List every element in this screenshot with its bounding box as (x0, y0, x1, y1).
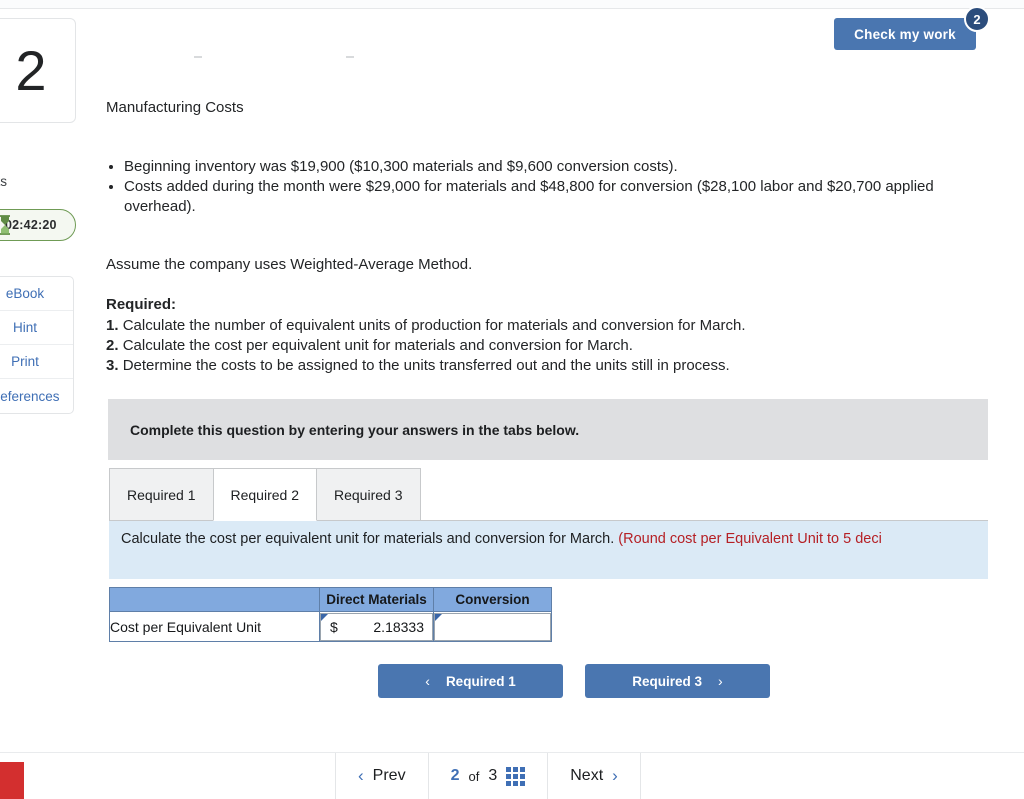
chevron-right-icon: › (718, 673, 723, 689)
header-direct-materials: Direct Materials (319, 587, 434, 612)
points-label: ints (0, 174, 8, 189)
logo-line-3: ll (0, 793, 24, 799)
pager-next-label: Next (570, 767, 604, 784)
currency-symbol-direct-materials: $ (330, 618, 338, 635)
required-item-3: 3. Determine the costs to be assigned to… (106, 356, 746, 376)
required-tabs: Required 1 Required 2 Required 3 (109, 468, 421, 521)
pager-total-pages: 3 (488, 767, 498, 784)
rail-link-references[interactable]: References (0, 379, 73, 413)
required-heading: Required: (106, 296, 177, 313)
required-next-button[interactable]: Required 3 › (585, 664, 770, 698)
check-my-work-button[interactable]: Check my work (834, 18, 976, 50)
cell-marker-icon (435, 613, 442, 621)
hourglass-icon (0, 215, 10, 235)
tab-required-1[interactable]: Required 1 (109, 468, 214, 521)
mcgraw-hill-logo: c aw ll (0, 762, 24, 799)
question-number-box: 2 (0, 18, 76, 123)
instruction-text: Calculate the cost per equivalent unit f… (121, 531, 619, 547)
required-item-1-num: 1. (106, 317, 119, 334)
tab-required-3[interactable]: Required 3 (316, 468, 421, 521)
rail-link-print[interactable]: Print (0, 345, 73, 379)
list-item: Costs added during the month were $29,00… (124, 177, 986, 217)
required-item-3-num: 3. (106, 357, 119, 374)
list-item: Beginning inventory was $19,900 ($10,300… (124, 157, 986, 177)
required-item-2-text: Calculate the cost per equivalent unit f… (122, 337, 633, 354)
pager-current-page: 2 (450, 767, 460, 784)
timer-pill: 02:42:20 (0, 209, 76, 241)
tab-required-2[interactable]: Required 2 (212, 468, 317, 521)
chevron-left-icon: ‹ (425, 673, 430, 689)
cell-conversion-inner[interactable] (434, 612, 551, 641)
required-item-2-num: 2. (106, 337, 119, 354)
rail-link-ebook[interactable]: eBook (0, 277, 73, 311)
pager-separator (639, 753, 641, 799)
cell-direct-materials-inner[interactable]: $ 2.18333 (320, 612, 433, 641)
instruction-rounding-note: (Round cost per Equivalent Unit to 5 dec… (618, 531, 882, 547)
pager-position[interactable]: 2 of 3 (429, 753, 548, 799)
required-item-1-text: Calculate the number of equivalent units… (122, 317, 746, 334)
complete-question-banner: Complete this question by entering your … (108, 399, 988, 460)
top-strip (0, 0, 1024, 8)
logo-line-2: aw (0, 779, 24, 793)
assume-text: Assume the company uses Weighted-Average… (106, 256, 473, 273)
section-title: Manufacturing Costs (106, 99, 244, 116)
row-label-cost-per-equivalent-unit: Cost per Equivalent Unit (109, 611, 320, 642)
grid-view-icon[interactable] (506, 766, 526, 786)
table-header-row: Direct Materials Conversion (109, 587, 552, 612)
question-number: 2 (15, 38, 47, 102)
cell-direct-materials[interactable]: $ 2.18333 (319, 611, 434, 642)
table-row: Cost per Equivalent Unit $ 2.18333 (109, 611, 552, 642)
timer-value: 02:42:20 (5, 218, 57, 232)
logo-line-1: c (0, 765, 24, 779)
required-next-label: Required 3 (632, 673, 703, 689)
required-prev-button[interactable]: ‹ Required 1 (378, 664, 563, 698)
chevron-left-icon: ‹ (358, 766, 364, 785)
header-blank (109, 587, 320, 612)
required-item-2: 2. Calculate the cost per equivalent uni… (106, 336, 746, 356)
question-page: 2 ints 02:42:20 eBook Hint Print Referen… (0, 0, 1024, 799)
check-my-work-badge: 2 (964, 6, 990, 32)
required-nav: ‹ Required 1 Required 3 › (378, 664, 770, 698)
top-divider (0, 8, 1024, 9)
check-my-work-wrap: Check my work 2 (834, 6, 990, 50)
pager-next-button[interactable]: Next › (548, 753, 640, 799)
required-item-3-text: Determine the costs to be assigned to th… (122, 357, 730, 374)
answer-table: Direct Materials Conversion Cost per Equ… (109, 587, 552, 642)
header-conversion: Conversion (433, 587, 552, 612)
manufacturing-costs-bullets: Beginning inventory was $19,900 ($10,300… (106, 157, 986, 217)
chevron-right-icon: › (612, 766, 618, 785)
cell-marker-icon (321, 613, 328, 621)
instruction-banner: Calculate the cost per equivalent unit f… (109, 521, 988, 579)
required-item-1: 1. Calculate the number of equivalent un… (106, 316, 746, 336)
required-list: 1. Calculate the number of equivalent un… (106, 316, 746, 376)
rail-links: eBook Hint Print References (0, 276, 74, 414)
cell-conversion[interactable] (433, 611, 552, 642)
pager-prev-button[interactable]: ‹ Prev (336, 753, 428, 799)
required-prev-label: Required 1 (445, 673, 516, 689)
rail-link-hint[interactable]: Hint (0, 311, 73, 345)
pager-prev-label: Prev (372, 767, 406, 784)
decorative-marks (194, 56, 454, 60)
pager-of-label: of (468, 768, 480, 784)
pager: ‹ Prev 2 of 3 Next › (335, 753, 641, 799)
